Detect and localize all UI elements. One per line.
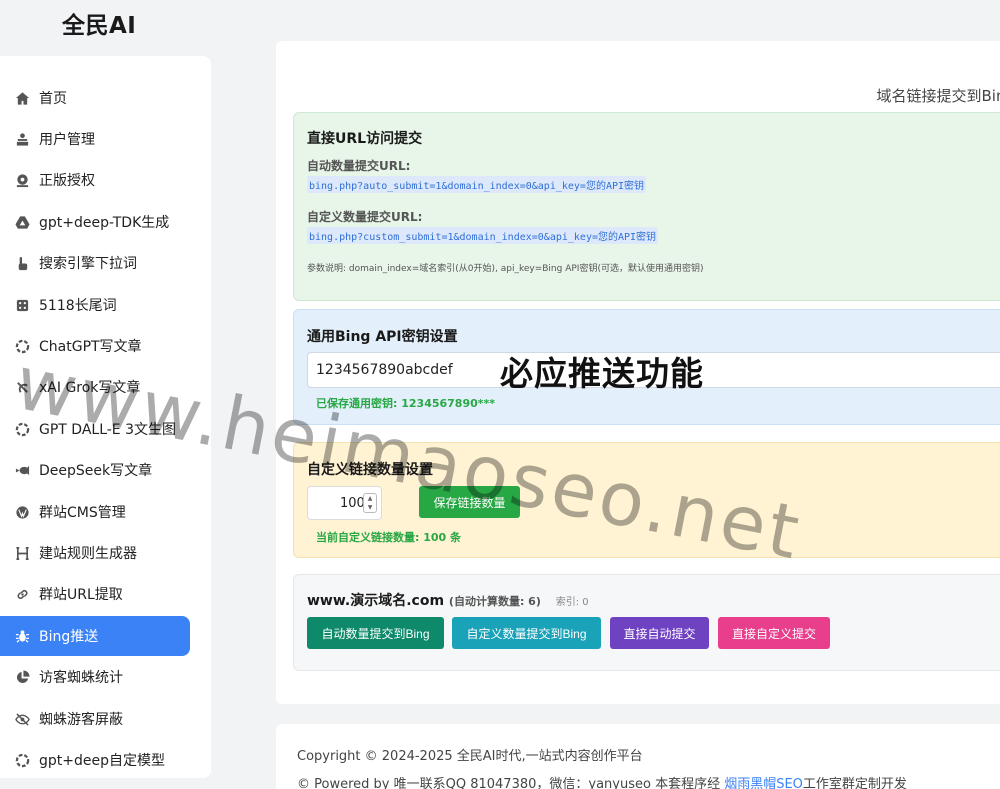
sidebar-item-label: 正版授权: [39, 173, 95, 189]
sidebar-item-label: 5118长尾词: [39, 298, 117, 314]
custom-url-label: 自定义数量提交URL:: [307, 210, 423, 224]
sidebar-item-custom-model[interactable]: gpt+deep自定模型: [0, 740, 190, 780]
sidebar-item-label: ChatGPT写文章: [39, 339, 142, 355]
openai-icon: [13, 420, 31, 438]
save-count-button[interactable]: 保存链接数量: [419, 486, 520, 518]
drive-icon: [13, 213, 31, 231]
sidebar-item-label: 首页: [39, 91, 67, 107]
powered-suffix: 工作室群定制开发: [802, 777, 907, 789]
custom-count-heading: 自定义链接数量设置: [307, 462, 433, 478]
sidebar-item-dropdown-words[interactable]: 搜索引擎下拉词: [0, 243, 190, 283]
direct-submit-heading: 直接URL访问提交: [307, 131, 423, 147]
custom-url-code: bing.php?custom_submit=1&domain_index=0&…: [307, 227, 659, 244]
sidebar-item-label: Bing推送: [39, 629, 99, 645]
direct-custom-submit-button[interactable]: 直接自定义提交: [718, 617, 830, 649]
auto-url-label: 自动数量提交URL:: [307, 159, 411, 173]
sidebar-item-label: xAI Grok写文章: [39, 380, 141, 396]
domain-auto-count: (自动计算数量: 6): [448, 595, 541, 608]
direct-submit-panel: 直接URL访问提交 自动数量提交URL: bing.php?auto_submi…: [293, 112, 1000, 301]
powered-prefix: © Powered by 唯一联系QQ 81047380，微信：yanyuseo…: [297, 777, 725, 789]
sidebar-item-label: gpt+deep自定模型: [39, 753, 165, 769]
auto-url-code: bing.php?auto_submit=1&domain_index=0&ap…: [307, 176, 647, 193]
studio-link[interactable]: 烟雨黑帽SEO: [724, 777, 803, 789]
domain-name: www.演示域名.com: [307, 593, 445, 609]
current-count-status: 当前自定义链接数量: 100 条: [316, 531, 462, 544]
custom-count-panel: 自定义链接数量设置 100 ▲ ▼ 保存链接数量 当前自定义链接数量: 100 条: [293, 442, 1000, 558]
eye-slash-icon: [13, 710, 31, 728]
sidebar-item-grok[interactable]: xAI Grok写文章: [0, 367, 190, 407]
home-icon: [13, 89, 31, 107]
license-icon: [13, 171, 31, 189]
wordpress-icon: [13, 503, 31, 521]
link-count-input[interactable]: 100 ▲ ▼: [307, 486, 382, 520]
sidebar-item-label: 建站规则生成器: [39, 546, 137, 562]
saved-key-status: 已保存通用密钥: 1234567890***: [316, 397, 496, 410]
sidebar-item-license[interactable]: 正版授权: [0, 160, 190, 200]
sidebar-item-rules[interactable]: 建站规则生成器: [0, 533, 190, 573]
custom-submit-bing-button[interactable]: 自定义数量提交到Bing: [452, 617, 601, 649]
sidebar-item-spider-block[interactable]: 蜘蛛游客屏蔽: [0, 699, 190, 739]
sidebar-item-label: GPT DALL-E 3文生图: [39, 422, 177, 438]
sidebar-item-users[interactable]: 用户管理: [0, 119, 190, 159]
api-key-heading: 通用Bing API密钥设置: [307, 329, 458, 345]
sidebar-item-deepseek[interactable]: DeepSeek写文章: [0, 450, 190, 490]
hand-icon: [13, 254, 31, 272]
copyright-text: Copyright © 2024-2025 全民AI时代,一站式内容创作平台: [297, 749, 643, 764]
overlay-title: 必应推送功能: [500, 354, 704, 393]
sidebar-item-home[interactable]: 首页: [0, 78, 190, 118]
powered-by-text: © Powered by 唯一联系QQ 81047380，微信：yanyuseo…: [297, 773, 907, 789]
pie-chart-icon: [13, 668, 31, 686]
sidebar-item-bing-push[interactable]: Bing推送: [0, 616, 190, 656]
users-icon: [13, 130, 31, 148]
openai-icon: [13, 751, 31, 769]
sidebar-item-label: gpt+deep-TDK生成: [39, 215, 170, 231]
sidebar-item-url-extract[interactable]: 群站URL提取: [0, 574, 190, 614]
sidebar-item-label: 搜索引擎下拉词: [39, 256, 137, 272]
openai-icon: [13, 337, 31, 355]
link-count-value: 100: [340, 496, 365, 511]
sidebar-item-label: 群站CMS管理: [39, 505, 126, 521]
grok-icon: [13, 378, 31, 396]
bug-icon: [13, 627, 31, 645]
h-icon: [13, 544, 31, 562]
sidebar-item-visitor-stats[interactable]: 访客蜘蛛统计: [0, 657, 190, 697]
sidebar-item-label: 蜘蛛游客屏蔽: [39, 712, 123, 728]
footer: Copyright © 2024-2025 全民AI时代,一站式内容创作平台 ©…: [276, 724, 1000, 789]
whale-icon: [13, 461, 31, 479]
sidebar-item-5118[interactable]: 5118长尾词: [0, 285, 190, 325]
domain-line: www.演示域名.com (自动计算数量: 6) 索引: 0: [307, 590, 589, 610]
brand-logo[interactable]: 全民AI: [62, 6, 136, 40]
domain-panel: www.演示域名.com (自动计算数量: 6) 索引: 0 自动数量提交到Bi…: [293, 574, 1000, 671]
auto-submit-bing-button[interactable]: 自动数量提交到Bing: [307, 617, 444, 649]
dice-icon: [13, 296, 31, 314]
sidebar-item-label: 用户管理: [39, 132, 95, 148]
sidebar-item-chatgpt[interactable]: ChatGPT写文章: [0, 326, 190, 366]
number-spinner[interactable]: ▲ ▼: [363, 493, 377, 513]
page-title: 域名链接提交到Bing: [876, 87, 1000, 105]
direct-auto-submit-button[interactable]: 直接自动提交: [610, 617, 709, 649]
sidebar: 首页 用户管理 正版授权 gpt+deep-TDK生成 搜索引擎下拉词 5118…: [0, 56, 211, 778]
sidebar-item-tdk[interactable]: gpt+deep-TDK生成: [0, 202, 190, 242]
sidebar-item-label: 访客蜘蛛统计: [39, 670, 123, 686]
sidebar-item-cms[interactable]: 群站CMS管理: [0, 492, 190, 532]
link-icon: [13, 585, 31, 603]
sidebar-item-label: DeepSeek写文章: [39, 463, 153, 479]
sidebar-item-label: 群站URL提取: [39, 587, 123, 603]
sidebar-item-dalle[interactable]: GPT DALL-E 3文生图: [0, 409, 190, 449]
params-note: 参数说明: domain_index=域名索引(从0开始), api_key=B…: [307, 264, 704, 274]
domain-index: 索引: 0: [555, 597, 589, 608]
